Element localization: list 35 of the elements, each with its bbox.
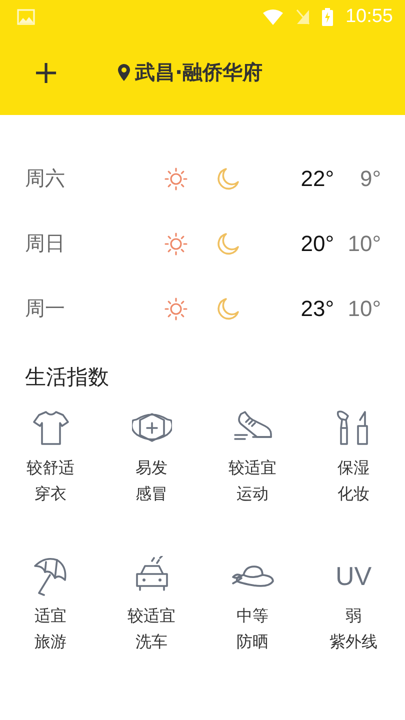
low-temperature: 9° bbox=[358, 166, 381, 192]
location-pin-icon bbox=[118, 64, 130, 80]
image-icon bbox=[17, 8, 35, 24]
signal-icon bbox=[296, 8, 310, 24]
low-temperature: 10° bbox=[346, 296, 381, 322]
sun-icon bbox=[164, 166, 188, 190]
weekday-label: 周一 bbox=[25, 295, 66, 322]
add-button[interactable]: + bbox=[32, 56, 60, 88]
high-temperature: 22° bbox=[300, 166, 334, 192]
weekday-label: 周六 bbox=[25, 165, 66, 192]
status-time: 10:55 bbox=[345, 6, 393, 28]
sun-icon bbox=[164, 296, 188, 320]
index-label[interactable]: 适宜 旅游 bbox=[34, 603, 66, 655]
wifi-icon bbox=[262, 8, 284, 24]
moon-icon bbox=[216, 232, 240, 256]
section-title: 生活指数 bbox=[24, 364, 110, 391]
weekday-label: 周日 bbox=[25, 230, 66, 257]
battery-icon bbox=[322, 8, 334, 26]
moon-icon bbox=[216, 166, 240, 190]
index-label[interactable]: 较适宜 运动 bbox=[228, 455, 276, 507]
index-label[interactable]: 弱 紫外线 bbox=[330, 603, 378, 655]
high-temperature: 23° bbox=[300, 296, 334, 322]
t-shirt-icon bbox=[30, 408, 70, 448]
index-label[interactable]: 保湿 化妆 bbox=[338, 455, 370, 507]
high-temperature: 20° bbox=[300, 230, 334, 256]
index-label[interactable]: 易发 感冒 bbox=[136, 455, 168, 507]
location-title[interactable]: 武昌·融侨华府 bbox=[135, 58, 263, 86]
index-label[interactable]: 较适宜 洗车 bbox=[128, 603, 176, 655]
uv-label: UV bbox=[335, 560, 372, 592]
sun-hat-icon bbox=[232, 564, 274, 588]
sun-icon bbox=[164, 232, 188, 256]
moon-icon bbox=[216, 296, 240, 320]
index-label[interactable]: 中等 防晒 bbox=[236, 603, 268, 655]
low-temperature: 10° bbox=[346, 230, 381, 256]
index-label[interactable]: 较舒适 穿衣 bbox=[26, 455, 74, 507]
